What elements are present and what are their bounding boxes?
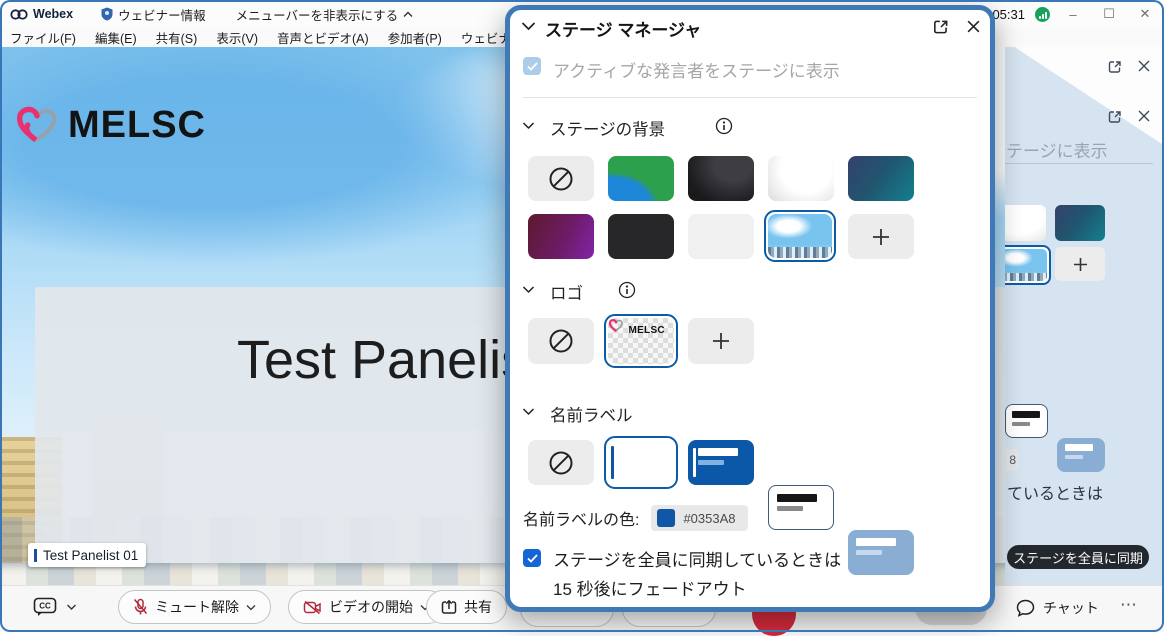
panel-divider [1005,163,1153,164]
menu-file[interactable]: ファイル(F) [10,28,76,47]
active-speaker-checkbox [523,57,541,75]
connection-quality-icon[interactable] [1035,7,1050,22]
background-section-title: ステージの背景 [550,116,665,140]
unmute-button[interactable]: ミュート解除 [118,590,271,624]
dialog-collapse-chevron-icon[interactable] [521,21,536,31]
share-button[interactable]: 共有 [426,590,507,624]
bg-option-charcoal[interactable] [608,214,674,259]
namelabel-option-translucent[interactable] [848,530,914,575]
panel-popout-icon[interactable] [1107,59,1123,75]
meeting-timer: 05:31 [992,7,1025,22]
color-swatch [657,509,675,527]
mic-muted-icon [133,598,148,616]
start-video-button[interactable]: ビデオの開始 [288,590,445,624]
logo-section-title: ロゴ [550,280,583,304]
add-icon [872,228,890,246]
name-label-accent [34,549,37,562]
melsc-heart-icon [608,318,624,333]
tile-display-name: Test Panelist [237,329,543,391]
bg-option-light-wave[interactable] [768,156,834,201]
bg-option-navy-teal[interactable] [848,156,914,201]
bg-option-dark-wave[interactable] [688,156,754,201]
panel-popout-icon[interactable] [1107,109,1123,125]
panel-close-icon[interactable] [1137,59,1151,73]
share-icon [441,599,457,615]
menu-share[interactable]: 共有(S) [156,28,198,47]
logo-option-none[interactable] [528,318,594,364]
menu-view[interactable]: 表示(V) [216,28,258,47]
stage-manager-panel: テージに表示 8 ているときは ステージを全員に同期 [1005,47,1164,585]
namelabel-option-none[interactable] [528,440,594,485]
fadeout-checkbox[interactable] [523,549,541,567]
hide-menubar-button[interactable]: メニューバーを非表示にする [236,5,414,24]
logo-option-melsc-selected[interactable]: MELSC [604,314,678,368]
sync-stage-button[interactable]: ステージを全員に同期 [1007,545,1149,569]
bg-option-city-selected[interactable] [764,210,836,262]
app-title: Webex [33,7,73,21]
label-color-picker[interactable]: #0353A8 [651,505,747,531]
dialog-title: ステージ マネージャ [545,16,701,41]
bg-option-purple[interactable] [528,214,594,259]
block-icon [548,450,574,476]
stage-manager-dialog: ステージ マネージャ アクティブな発言者をステージに表示 ステージの背景 ロゴ … [505,5,995,612]
block-icon [548,328,574,354]
stage-name-label: Test Panelist 01 [28,543,146,567]
svg-text:CC: CC [39,602,51,611]
melsc-heart-icon [14,103,60,147]
dialog-popout-icon[interactable] [932,18,950,36]
panel-namelabel-thumb-outline[interactable] [1005,404,1048,438]
bg-option-light-gray[interactable] [688,214,754,259]
panel-active-speaker-label-cut: テージに表示 [1006,137,1108,162]
menu-audio-video[interactable]: 音声とビデオ(A) [277,28,369,47]
panel-bg-thumb-light[interactable] [1005,205,1046,241]
logo-info-icon[interactable] [618,281,636,299]
panel-color-pill-cut: 8 [1005,449,1019,471]
menu-edit[interactable]: 編集(E) [95,28,137,47]
camera-off-icon [303,600,322,615]
more-options-button[interactable]: ⋯ [1120,595,1137,615]
panel-namelabel-thumb-translucent[interactable] [1057,438,1105,472]
panel-close-icon[interactable] [1137,109,1151,123]
panel-bg-add-button[interactable] [1055,247,1105,281]
label-color-caption: 名前ラベルの色: [523,506,639,530]
namelabel-section-title: 名前ラベル [550,402,633,426]
dialog-divider [523,97,977,98]
panel-bg-thumb-city-selected[interactable] [1005,245,1051,285]
active-speaker-label: アクティブな発言者をステージに表示 [553,57,840,82]
panel-bg-thumb-teal[interactable] [1055,205,1105,241]
unmute-chevron-icon [246,604,256,611]
webinar-info-button[interactable]: ウェビナー情報 [101,5,206,24]
captions-icon[interactable]: CC [33,597,57,617]
webex-logo-icon [10,8,28,21]
bg-option-green-blue[interactable] [608,156,674,201]
bg-option-none[interactable] [528,156,594,201]
captions-chevron-icon[interactable] [66,603,77,611]
add-icon [712,332,730,350]
stage-brand-logo: MELSC [14,103,206,147]
chat-button[interactable]: チャット [1016,598,1099,618]
logo-add-button[interactable] [688,318,754,364]
panel-sync-label-cut: ているときは [1007,480,1103,504]
bg-add-button[interactable] [848,214,914,259]
webex-brand: Webex [10,7,73,21]
shield-icon [101,7,113,21]
namelabel-option-outline[interactable] [768,485,834,530]
color-value: #0353A8 [683,511,735,526]
menu-participants[interactable]: 参加者(P) [388,28,442,47]
dialog-close-icon[interactable] [966,19,981,34]
namelabel-option-blue[interactable] [688,440,754,485]
chat-icon [1016,599,1035,617]
chevron-up-icon [403,11,413,18]
minimize-button[interactable]: – [1060,7,1086,22]
background-info-icon[interactable] [715,117,733,135]
maximize-button[interactable]: ☐ [1096,6,1122,22]
namelabel-section-chevron-icon[interactable] [522,407,535,416]
block-icon [548,166,574,192]
window-close-button[interactable]: ✕ [1132,6,1158,22]
namelabel-option-accent-selected[interactable] [604,436,678,489]
logo-section-chevron-icon[interactable] [522,285,535,294]
background-section-chevron-icon[interactable] [522,121,535,130]
fadeout-label: ステージを全員に同期しているときは 15 秒後にフェードアウト [553,546,841,604]
